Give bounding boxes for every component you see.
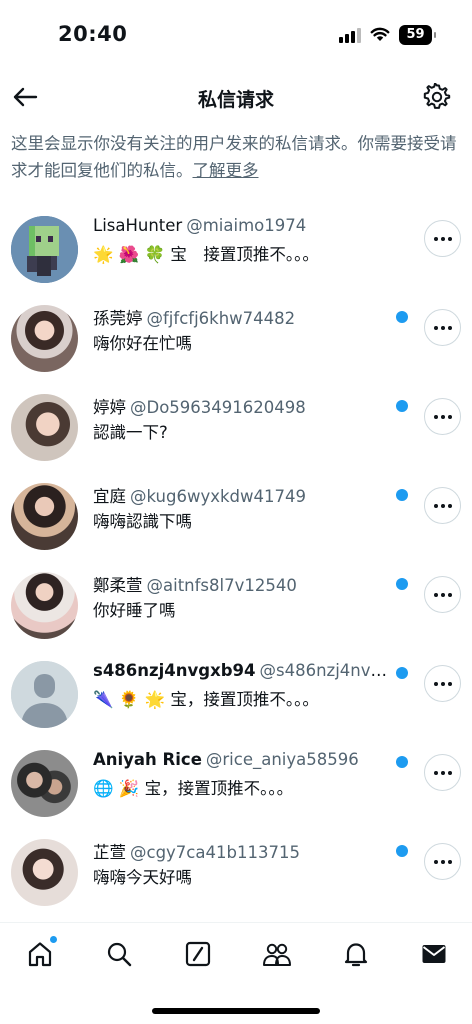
- unread-indicator: [396, 578, 408, 590]
- avatar[interactable]: [11, 839, 78, 906]
- sender-name: 婷婷: [93, 398, 126, 417]
- unread-indicator: [396, 667, 408, 679]
- message-preview: 你好睡了嗎: [93, 601, 176, 620]
- request-row[interactable]: 芷萱 @cgy7ca41b113715 嗨嗨今天好嗎: [0, 828, 472, 917]
- unread-indicator: [396, 845, 408, 857]
- request-header: 婷婷 @Do5963491620498: [93, 394, 388, 418]
- tab-messages[interactable]: [419, 939, 449, 969]
- home-notification-dot: [50, 936, 57, 943]
- home-icon: [28, 942, 52, 967]
- sender-handle: @fjfcfj6khw74482: [146, 309, 296, 328]
- sender-handle: @rice_aniya58596: [205, 750, 359, 769]
- message-preview: 嗨嗨認識下嗎: [93, 512, 192, 531]
- grok-icon: [185, 941, 211, 967]
- message-preview: 認識一下?: [93, 423, 168, 442]
- message-preview: 🌟 🌺 🍀 宝 接置顶推不。。。: [93, 245, 319, 264]
- sender-name: s486nzj4nvgxb94: [93, 661, 256, 680]
- tab-grok[interactable]: [183, 939, 213, 969]
- unread-indicator: [396, 311, 408, 323]
- avatar[interactable]: [11, 305, 78, 372]
- request-row[interactable]: 鄭柔萱 @aitnfs8l7v12540 你好睡了嗎: [0, 561, 472, 650]
- more-options-button[interactable]: [424, 309, 461, 346]
- message-preview: 嗨嗨今天好嗎: [93, 868, 192, 887]
- avatar[interactable]: [11, 216, 78, 283]
- more-options-button[interactable]: [424, 220, 461, 257]
- tab-search[interactable]: [104, 939, 134, 969]
- tab-home[interactable]: [25, 936, 57, 969]
- unread-indicator: [396, 400, 408, 412]
- settings-button[interactable]: [422, 82, 452, 112]
- sender-name: 鄭柔萱: [93, 576, 143, 595]
- message-preview: 🌂 🌻 🌟 宝，接置顶推不。。。: [93, 690, 319, 709]
- message-request-list: LisaHunter @miaimo1974 🌟 🌺 🍀 宝 接置顶推不。。。 孫…: [0, 205, 472, 917]
- communities-icon: [263, 943, 291, 966]
- request-header: 芷萱 @cgy7ca41b113715: [93, 839, 388, 863]
- request-row[interactable]: Aniyah Rice @rice_aniya58596 🌐 🎉 宝，接置顶推不。…: [0, 739, 472, 828]
- learn-more-link[interactable]: 了解更多: [193, 161, 259, 180]
- request-row[interactable]: LisaHunter @miaimo1974 🌟 🌺 🍀 宝 接置顶推不。。。: [0, 205, 472, 294]
- header: 私信请求: [0, 70, 472, 126]
- sender-handle: @s486nzj4nv5...: [259, 661, 388, 680]
- sender-name: 孫莞婷: [93, 309, 143, 328]
- mail-icon: [422, 945, 446, 963]
- avatar[interactable]: [11, 750, 78, 817]
- battery-indicator: 59: [399, 25, 436, 45]
- tab-notifications[interactable]: [341, 939, 371, 969]
- requests-notice: 这里会显示你没有关注的用户发来的私信请求。你需要接受请求才能回复他们的私信。了解…: [11, 130, 463, 184]
- sender-handle: @Do5963491620498: [130, 398, 306, 417]
- request-header: Aniyah Rice @rice_aniya58596: [93, 750, 388, 769]
- request-row[interactable]: 孫莞婷 @fjfcfj6khw74482 嗨你好在忙嗎: [0, 294, 472, 383]
- bell-icon: [344, 943, 368, 967]
- unread-indicator: [396, 489, 408, 501]
- home-indicator: [152, 1008, 320, 1014]
- sender-name: Aniyah Rice: [93, 750, 202, 769]
- more-options-button[interactable]: [424, 665, 461, 702]
- message-preview: 🌐 🎉 宝，接置顶推不。。。: [93, 779, 294, 798]
- tab-communities[interactable]: [262, 939, 292, 969]
- sender-name: 芷萱: [93, 843, 126, 862]
- avatar[interactable]: [11, 394, 78, 461]
- status-time: 20:40: [58, 22, 128, 46]
- message-preview: 嗨你好在忙嗎: [93, 334, 192, 353]
- request-row[interactable]: 婷婷 @Do5963491620498 認識一下?: [0, 383, 472, 472]
- request-header: s486nzj4nvgxb94 @s486nzj4nv5...: [93, 661, 388, 680]
- sender-handle: @cgy7ca41b113715: [130, 843, 300, 862]
- avatar[interactable]: [11, 483, 78, 550]
- search-icon: [107, 942, 132, 967]
- more-options-button[interactable]: [424, 754, 461, 791]
- request-header: 孫莞婷 @fjfcfj6khw74482: [93, 305, 388, 329]
- page-title: 私信请求: [197, 89, 274, 111]
- sender-handle: @kug6wyxkdw41749: [130, 487, 307, 506]
- wifi-icon: [370, 27, 390, 41]
- cellular-signal-icon: [339, 27, 361, 43]
- more-options-button[interactable]: [424, 398, 461, 435]
- unread-indicator: [396, 756, 408, 768]
- request-row[interactable]: 宜庭 @kug6wyxkdw41749 嗨嗨認識下嗎: [0, 472, 472, 561]
- sender-name: LisaHunter: [93, 216, 183, 235]
- request-header: 宜庭 @kug6wyxkdw41749: [93, 483, 388, 507]
- avatar[interactable]: [11, 661, 78, 728]
- default-avatar-icon: [11, 661, 78, 728]
- sender-name: 宜庭: [93, 487, 126, 506]
- sender-handle: @miaimo1974: [186, 216, 307, 235]
- request-header: LisaHunter @miaimo1974: [93, 216, 388, 235]
- status-bar: 20:40 59: [0, 0, 472, 70]
- more-options-button[interactable]: [424, 487, 461, 524]
- avatar[interactable]: [11, 572, 78, 639]
- more-options-button[interactable]: [424, 843, 461, 880]
- sender-handle: @aitnfs8l7v12540: [146, 576, 297, 595]
- request-row[interactable]: s486nzj4nvgxb94 @s486nzj4nv5... 🌂 🌻 🌟 宝，接…: [0, 650, 472, 739]
- gear-icon: [423, 83, 451, 109]
- more-options-button[interactable]: [424, 576, 461, 613]
- request-header: 鄭柔萱 @aitnfs8l7v12540: [93, 572, 388, 596]
